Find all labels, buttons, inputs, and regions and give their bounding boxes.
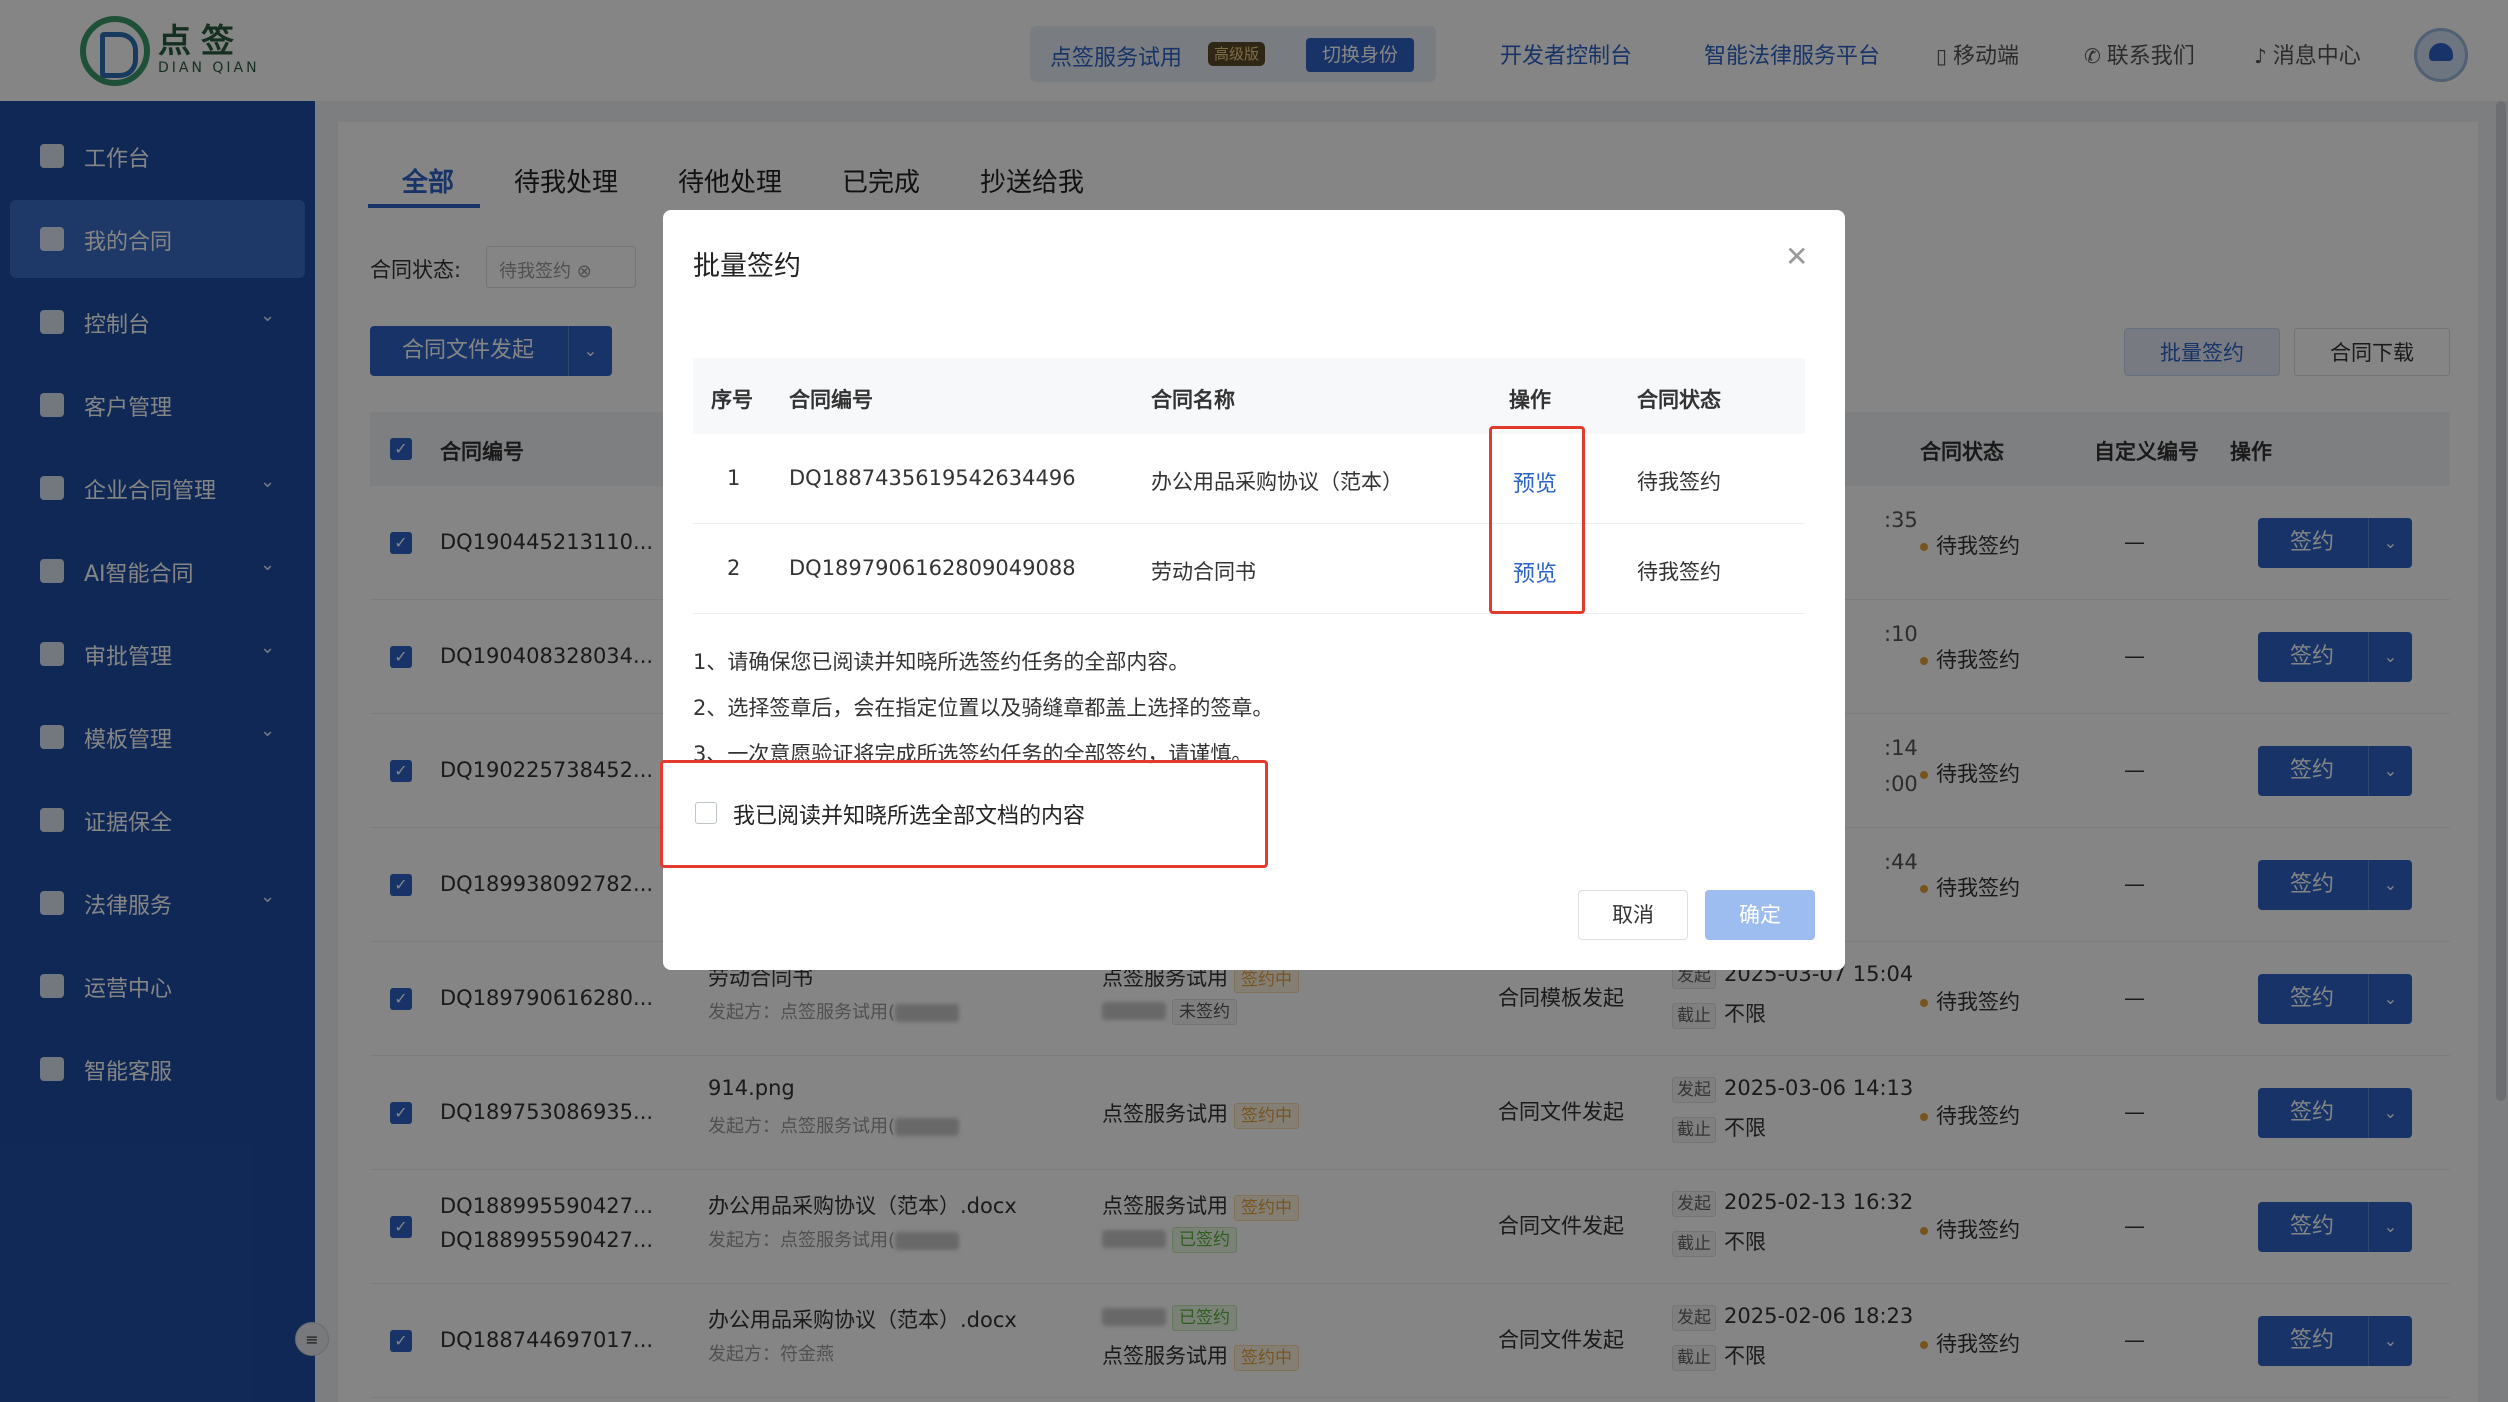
batch-sign-dialog: 批量签约 ✕ 序号 合同编号 合同名称 操作 合同状态 1 DQ18874356…: [660, 210, 1845, 970]
close-icon[interactable]: ✕: [1785, 240, 1808, 273]
contract-name: 劳动合同书: [1151, 560, 1256, 584]
cancel-button[interactable]: 取消: [1578, 890, 1688, 940]
dialog-title: 批量签约: [693, 251, 801, 282]
confirm-read-label[interactable]: 我已阅读并知晓所选全部文档的内容: [733, 798, 1085, 830]
contract-no: DQ1897906162809049088: [789, 556, 1076, 580]
contract-no: DQ1887435619542634496: [789, 466, 1076, 490]
dialog-table-row: 2 DQ1897906162809049088 劳动合同书 预览 待我签约: [693, 524, 1805, 614]
notice-line-2: 2、选择签章后，会在指定位置以及骑缝章都盖上选择的签章。: [693, 696, 1274, 720]
notice-line-1: 1、请确保您已阅读并知晓所选签约任务的全部内容。: [693, 650, 1190, 674]
column-contract-name: 合同名称: [1151, 388, 1235, 412]
column-action: 操作: [1509, 388, 1551, 412]
contract-status: 待我签约: [1637, 470, 1721, 494]
contract-name: 办公用品采购协议（范本）: [1151, 470, 1403, 494]
confirm-read-checkbox[interactable]: [695, 802, 717, 824]
row-index: 2: [727, 556, 741, 580]
preview-highlight-box: [1489, 426, 1585, 614]
dialog-table-row: 1 DQ1887435619542634496 办公用品采购协议（范本） 预览 …: [693, 434, 1805, 524]
dialog-table-header: 序号 合同编号 合同名称 操作 合同状态: [693, 358, 1805, 434]
column-status: 合同状态: [1637, 388, 1721, 412]
row-index: 1: [727, 466, 741, 490]
column-contract-no: 合同编号: [789, 388, 873, 412]
contract-status: 待我签约: [1637, 560, 1721, 584]
confirm-button[interactable]: 确定: [1705, 890, 1815, 940]
column-index: 序号: [711, 388, 753, 412]
